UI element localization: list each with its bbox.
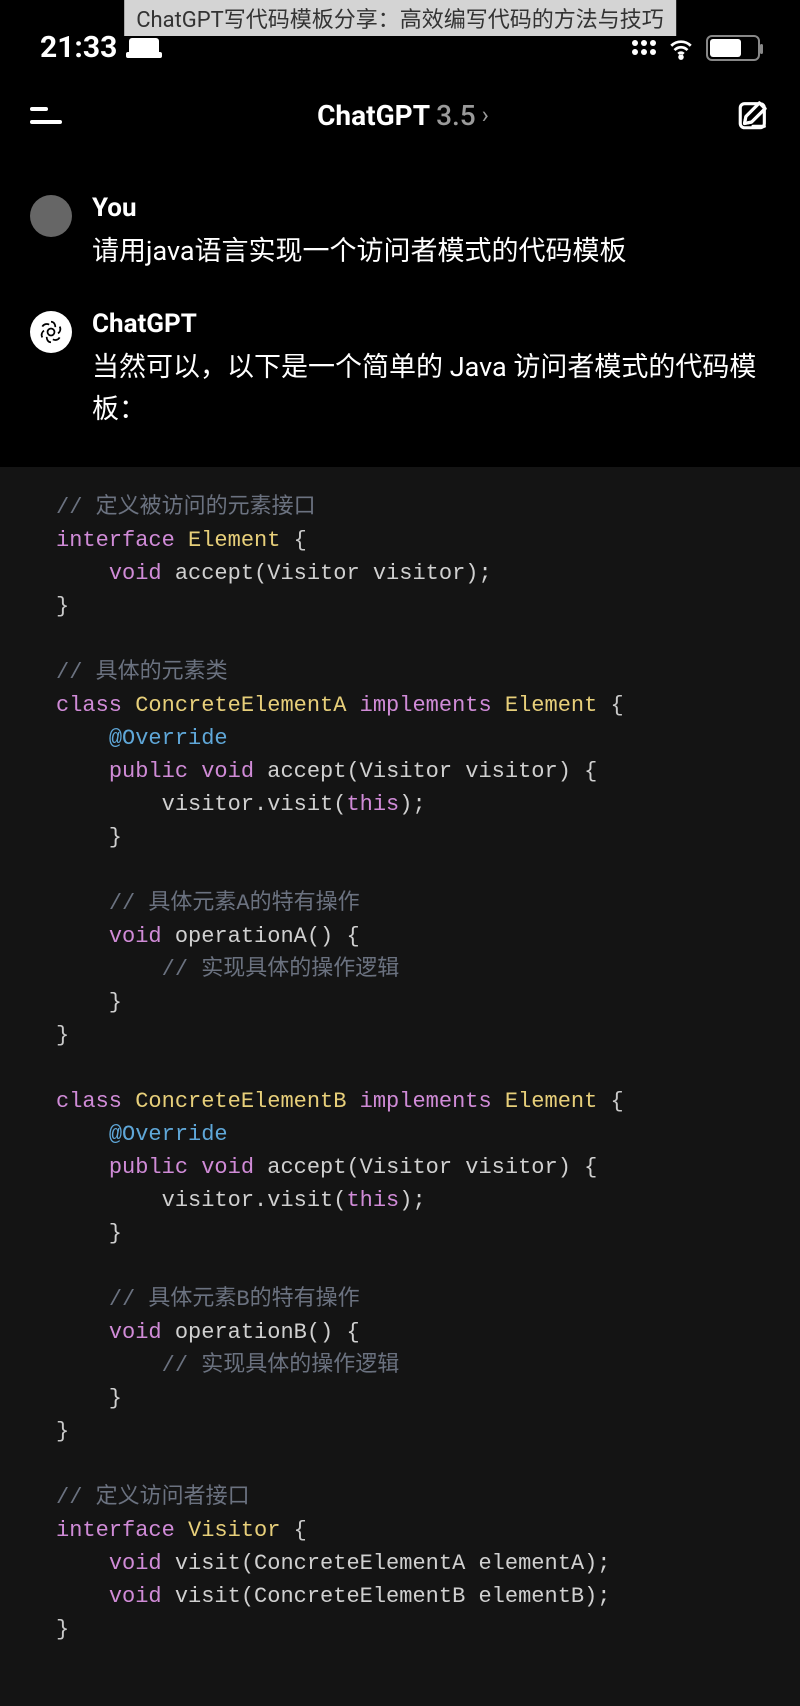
message-assistant: ChatGPT 当然可以，以下是一个简单的 Java 访问者模式的代码模板： — [30, 309, 770, 431]
new-chat-button[interactable] — [736, 98, 770, 132]
status-time: 21:33 — [40, 30, 117, 65]
assistant-message-text: 当然可以，以下是一个简单的 Java 访问者模式的代码模板： — [92, 347, 770, 431]
chevron-right-icon: › — [482, 101, 489, 129]
sender-label: You — [92, 193, 770, 223]
conversation[interactable]: You 请用java语言实现一个访问者模式的代码模板 ChatGPT 当然可以，… — [0, 163, 800, 431]
bed-icon — [129, 38, 159, 58]
battery-icon: 66 — [706, 35, 760, 61]
grid-icon — [632, 40, 656, 55]
app-name: ChatGPT — [317, 99, 430, 132]
app-header: ChatGPT 3.5 › — [0, 73, 800, 163]
code-block[interactable]: // 定义被访问的元素接口 interface Element { void a… — [0, 467, 800, 1706]
user-message-text: 请用java语言实现一个访问者模式的代码模板 — [92, 231, 770, 273]
user-avatar — [30, 195, 72, 237]
page-banner: ChatGPT写代码模板分享：高效编写代码的方法与技巧 — [124, 0, 676, 36]
battery-level: 66 — [712, 37, 754, 58]
model-selector[interactable]: ChatGPT 3.5 › — [317, 99, 489, 132]
sender-label: ChatGPT — [92, 309, 770, 339]
chatgpt-avatar — [30, 311, 72, 353]
model-version: 3.5 — [436, 99, 476, 132]
status-right: 66 — [632, 35, 760, 61]
message-user: You 请用java语言实现一个访问者模式的代码模板 — [30, 193, 770, 273]
menu-button[interactable] — [30, 95, 70, 135]
wifi-icon — [668, 35, 694, 61]
